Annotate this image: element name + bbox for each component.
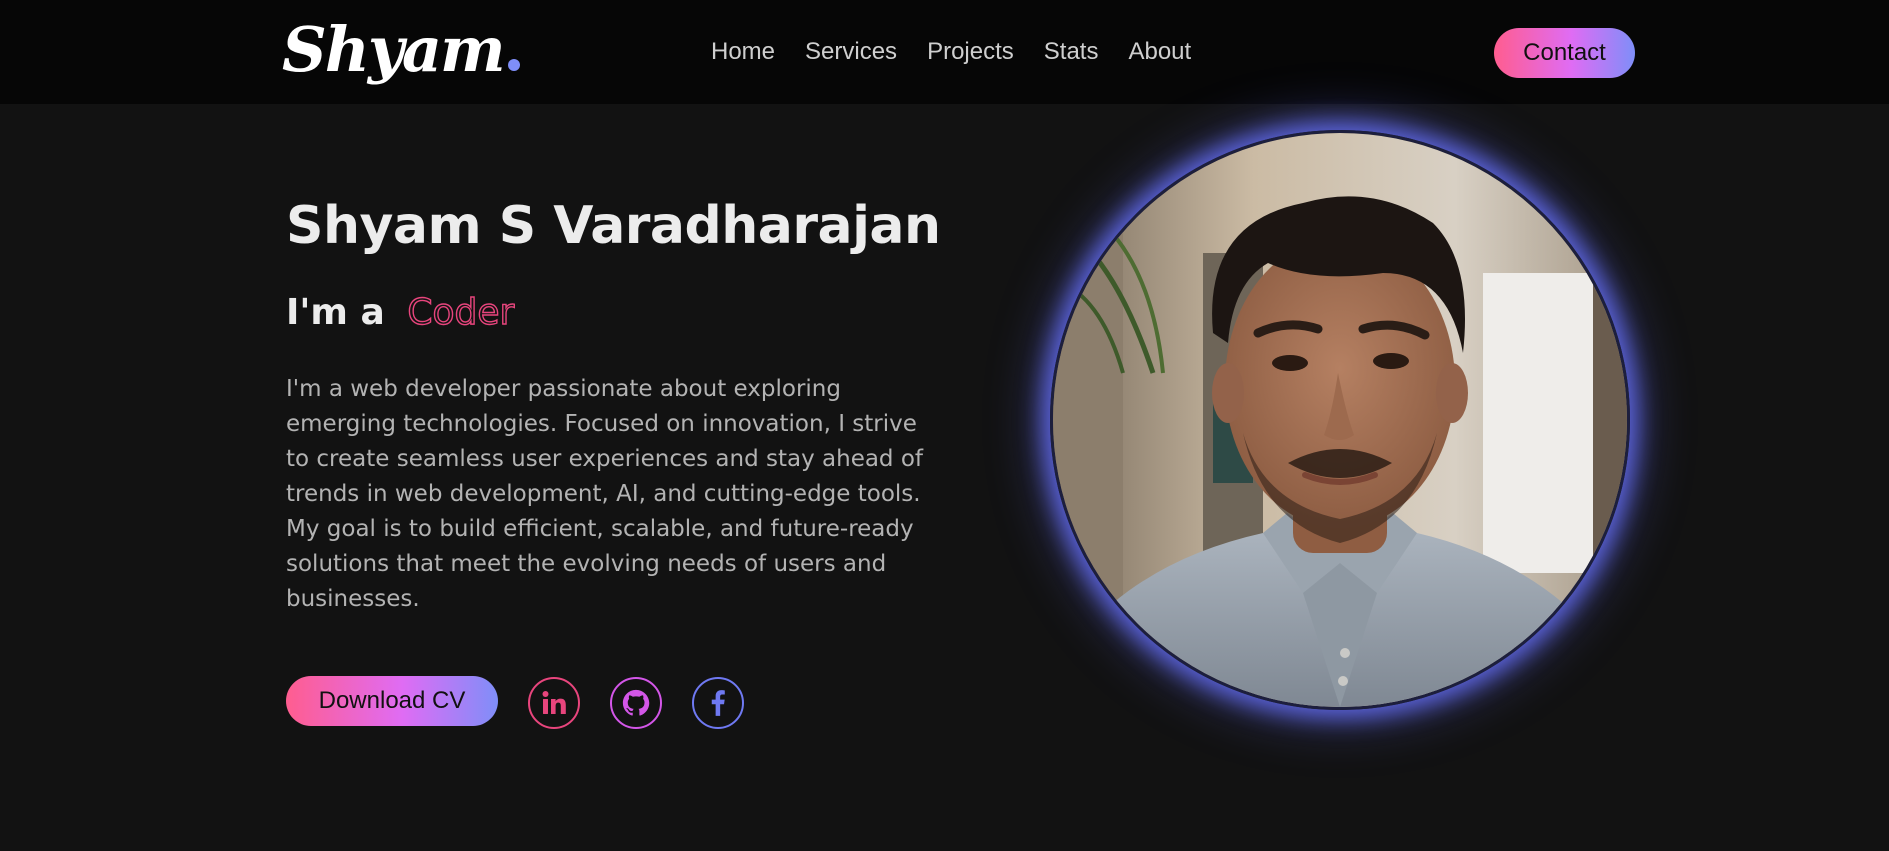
- nav-link-stats[interactable]: Stats: [1044, 34, 1099, 70]
- nav-link-services[interactable]: Services: [805, 34, 897, 70]
- site-logo[interactable]: Shyam: [282, 8, 520, 92]
- portrait-illustration: [1053, 133, 1627, 707]
- linkedin-icon: [542, 691, 566, 714]
- hero-name: Shyam S Varadharajan: [286, 196, 941, 256]
- top-navigation-bar: Shyam Home Services Projects Stats About…: [0, 0, 1889, 104]
- github-link[interactable]: [610, 677, 662, 729]
- logo-dot: [507, 59, 520, 71]
- facebook-link[interactable]: [692, 677, 744, 729]
- linkedin-link[interactable]: [528, 677, 580, 729]
- main-nav: Home Services Projects Stats About: [711, 34, 1191, 70]
- contact-button[interactable]: Contact: [1494, 28, 1635, 78]
- hero-bio: I'm a web developer passionate about exp…: [286, 376, 924, 612]
- download-cv-button[interactable]: Download CV: [286, 676, 498, 726]
- typed-role-text: Coder: [407, 291, 515, 333]
- nav-link-projects[interactable]: Projects: [927, 34, 1014, 70]
- nav-link-home[interactable]: Home: [711, 34, 775, 70]
- nav-link-about[interactable]: About: [1128, 34, 1191, 70]
- github-icon: [622, 689, 650, 716]
- hero-subtitle: I'm a Coder: [286, 291, 515, 333]
- facebook-icon: [711, 690, 725, 716]
- profile-photo: [1050, 130, 1630, 710]
- logo-text: Shyam: [282, 13, 506, 86]
- intro-prefix: I'm a: [286, 292, 385, 333]
